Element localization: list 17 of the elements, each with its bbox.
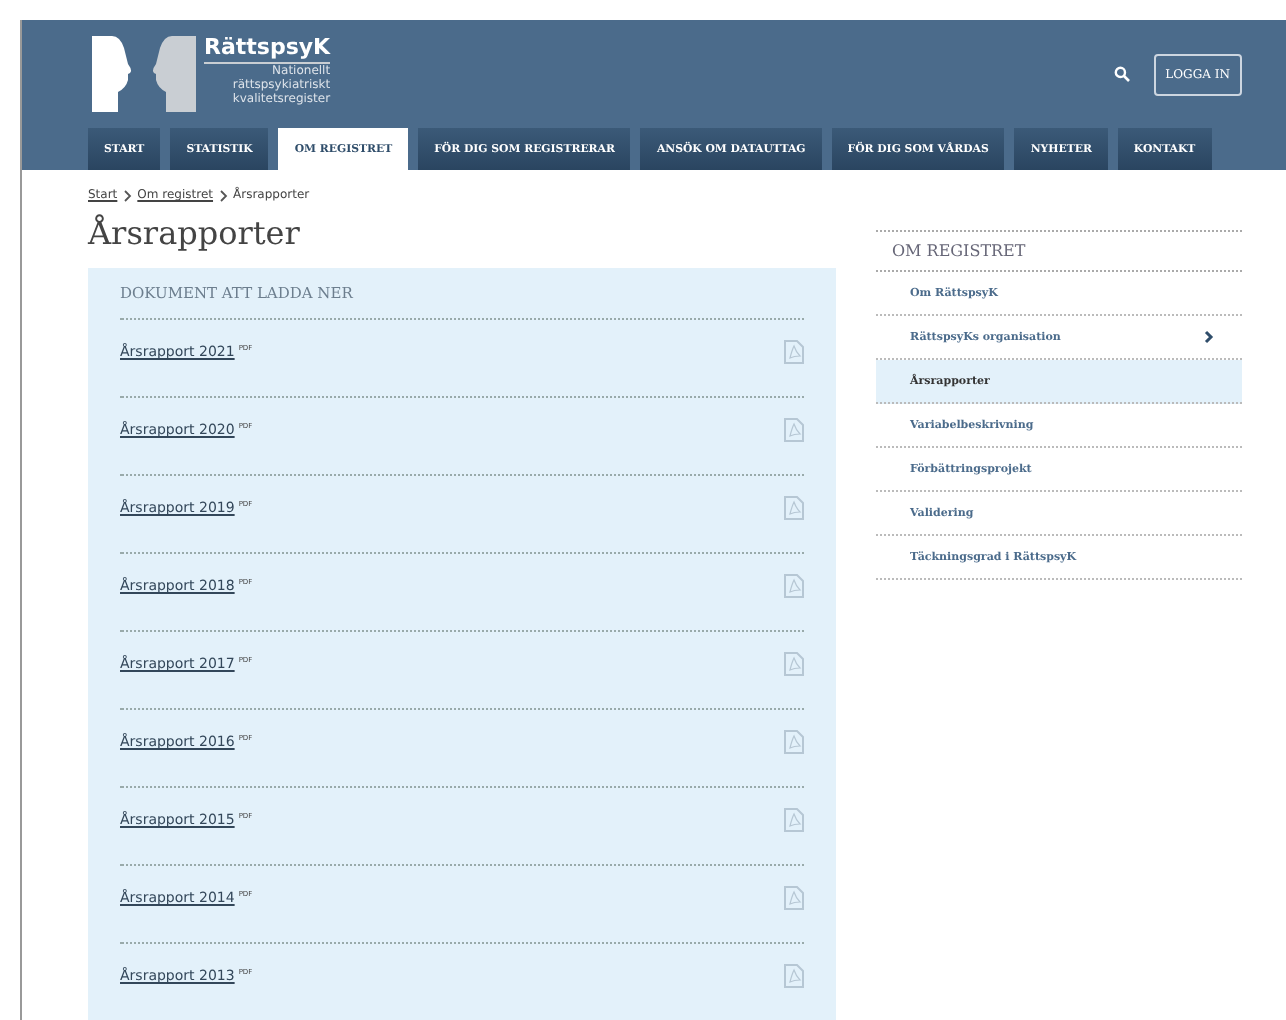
search-icon[interactable] [1113,66,1130,82]
page-title: Årsrapporter [88,214,302,252]
pdf-file-icon[interactable] [784,496,804,520]
pdf-file-icon[interactable] [784,574,804,598]
pdf-file-icon[interactable] [784,808,804,832]
pdf-file-icon[interactable] [784,964,804,988]
logo-icon [92,36,196,112]
pdf-file-icon[interactable] [784,652,804,676]
pdf-file-icon[interactable] [784,418,804,442]
pdf-file-icon[interactable] [784,340,804,364]
logo-title: RättspsyK [204,36,331,64]
pdf-file-icon[interactable] [784,730,804,754]
pdf-file-icon[interactable] [784,886,804,910]
chevron-icon [219,189,228,201]
chevron-icon [123,189,132,201]
chevron-icon [1204,330,1214,344]
sidebar-heading: OM REGISTRET [876,230,1242,272]
